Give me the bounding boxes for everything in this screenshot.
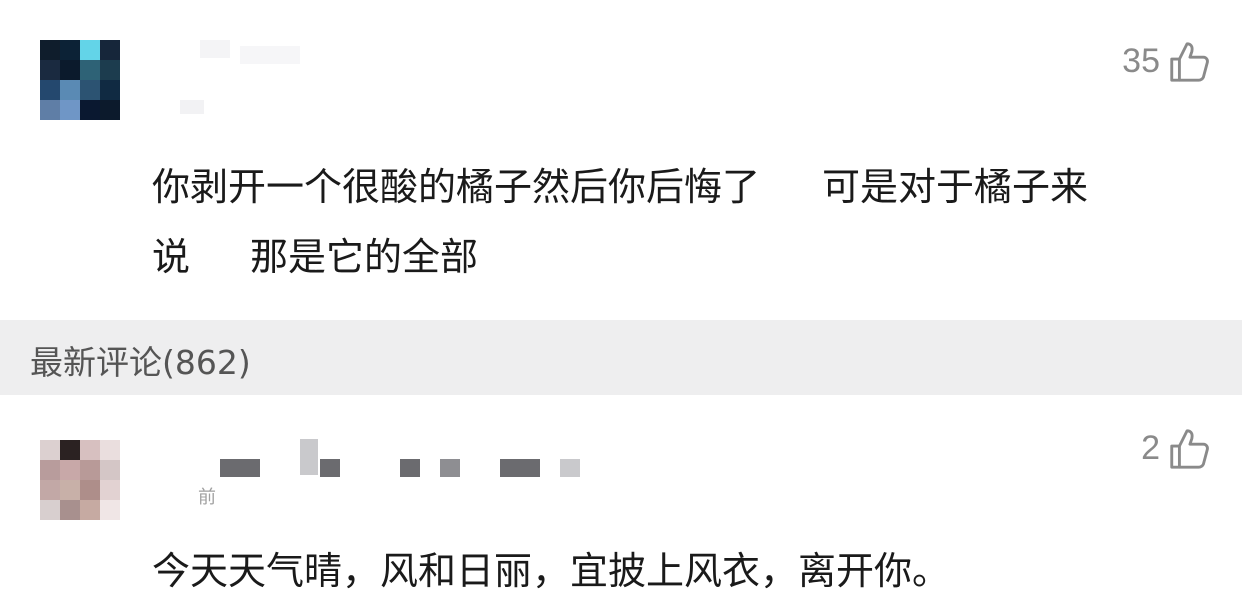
avatar-pixel [100,60,120,80]
avatar-pixel [40,40,60,60]
section-title: 最新评论(862) [30,343,251,382]
username-blurred[interactable] [200,435,600,477]
avatar-pixel [60,100,80,120]
avatar-pixel [100,80,120,100]
comment-text: 今天天气晴，风和日丽，宜披上风衣，离开你。 [152,549,951,593]
timestamp: 前 [198,487,216,508]
like-count: 35 [1122,41,1160,80]
comment-card: 35 你剥开一个很酸的橘子然后你后悔了 可是对于橘子来 说那是它的全部 [0,0,1242,320]
section-header: 最新评论(862) [0,320,1242,395]
avatar-pixel [100,500,120,520]
comment-text: 你剥开一个很酸的橘子然后你后悔了 可是对于橘子来 说那是它的全部 [152,165,1089,279]
avatar-pixel [40,500,60,520]
avatar-pixel [60,480,80,500]
avatar-pixel [80,500,100,520]
avatar-pixel [40,60,60,80]
avatar-pixel [80,60,100,80]
avatar-pixel [100,480,120,500]
avatar-pixel [80,440,100,460]
like-button[interactable]: 2 [1141,425,1212,471]
avatar-pixel [60,40,80,60]
avatar-pixel [40,80,60,100]
avatar-pixel [80,480,100,500]
avatar-pixel [60,460,80,480]
avatar-pixel [100,460,120,480]
username-blurred[interactable] [180,40,320,114]
like-count: 2 [1141,428,1160,467]
avatar-pixel [40,100,60,120]
avatar-pixel [80,460,100,480]
avatar-pixel [100,440,120,460]
avatar-pixel [40,460,60,480]
avatar-pixel [100,100,120,120]
avatar-pixel [80,40,100,60]
avatar-pixel [40,440,60,460]
avatar-pixel [60,500,80,520]
avatar-pixel [60,80,80,100]
avatar-pixel [80,100,100,120]
thumbs-up-icon [1170,429,1209,469]
avatar[interactable] [40,440,120,520]
avatar-pixel [60,60,80,80]
avatar-pixel [40,480,60,500]
avatar-pixel [60,440,80,460]
thumbs-up-icon [1170,42,1209,82]
avatar[interactable] [40,40,120,120]
like-button[interactable]: 35 [1122,38,1212,84]
avatar-pixel [80,80,100,100]
comment-card: 前 2 今天天气晴，风和日丽，宜披上风衣，离开你。 [0,395,1242,614]
avatar-pixel [100,40,120,60]
